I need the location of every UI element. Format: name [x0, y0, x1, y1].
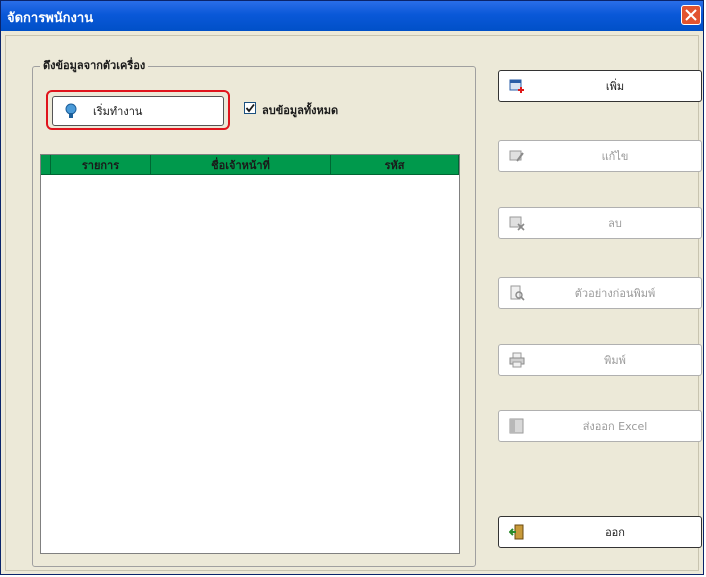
exit-button[interactable]: ออก: [498, 516, 702, 548]
printer-icon: [509, 352, 525, 368]
app-window: จัดการพนักงาน ดึงข้อมูลจากตัวเครื่อง เริ…: [0, 0, 704, 575]
column-header-item[interactable]: รายการ: [51, 155, 151, 175]
delete-record-icon: [509, 216, 525, 231]
export-excel-button-label: ส่งออก Excel: [582, 420, 648, 433]
add-button[interactable]: เพิ่ม: [498, 70, 702, 102]
employee-table[interactable]: รายการ ชื่อเจ้าหน้าที่ รหัส: [40, 154, 460, 554]
start-button-highlight: [46, 90, 230, 130]
print-preview-icon: [510, 285, 525, 301]
checkmark-icon: [245, 103, 255, 113]
column-header-officer-name[interactable]: ชื่อเจ้าหน้าที่: [151, 155, 331, 175]
column-header-code[interactable]: รหัส: [331, 155, 459, 175]
add-button-label: เพิ่ม: [605, 80, 625, 93]
delete-button-label: ลบ: [608, 217, 622, 230]
delete-all-label: ลบข้อมูลทั้งหมด: [262, 104, 339, 117]
dialog-body: ดึงข้อมูลจากตัวเครื่อง เริ่มทำงาน ลบข้อม…: [5, 35, 702, 571]
window-title: จัดการพนักงาน: [7, 11, 94, 26]
add-record-icon: [509, 79, 524, 93]
close-button[interactable]: [681, 5, 701, 25]
title-bar[interactable]: จัดการพนักงาน: [1, 1, 703, 31]
close-icon: [685, 9, 697, 21]
exit-door-icon: [509, 524, 524, 540]
print-button[interactable]: พิมพ์: [498, 344, 702, 376]
group-title: ดึงข้อมูลจากตัวเครื่อง: [40, 56, 149, 74]
excel-export-icon: [509, 418, 524, 434]
print-button-label: พิมพ์: [604, 354, 626, 367]
delete-all-checkbox[interactable]: [244, 102, 256, 114]
edit-button-label: แก้ไข: [601, 150, 629, 163]
exit-button-label: ออก: [605, 526, 625, 539]
delete-button[interactable]: ลบ: [498, 207, 702, 239]
print-preview-button-label: ตัวอย่างก่อนพิมพ์: [574, 287, 656, 300]
row-indicator-header: [41, 155, 51, 175]
print-preview-button[interactable]: ตัวอย่างก่อนพิมพ์: [498, 277, 702, 309]
edit-button[interactable]: แก้ไข: [498, 140, 702, 172]
table-header: รายการ ชื่อเจ้าหน้าที่ รหัส: [41, 155, 459, 175]
edit-record-icon: [509, 150, 524, 162]
export-excel-button[interactable]: ส่งออก Excel: [498, 410, 702, 442]
